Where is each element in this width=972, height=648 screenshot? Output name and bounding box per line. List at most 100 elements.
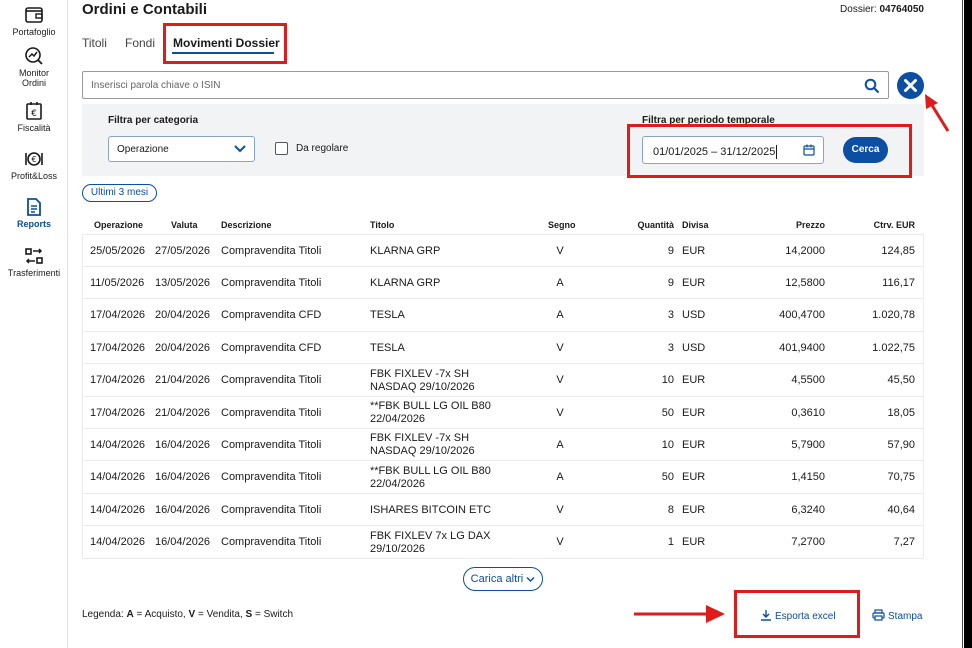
table-row[interactable]: 25/05/2026 27/05/2026 Compravendita Titoli…	[82, 235, 924, 267]
cell-titolo: KLARNA GRP	[370, 235, 520, 267]
highlight-box-export	[734, 590, 860, 638]
load-more-button[interactable]: Carica altri	[463, 567, 543, 591]
cell-prezzo: 7,2700	[791, 536, 825, 549]
sidebar-item-fiscalita[interactable]: € Fiscalità	[0, 101, 68, 133]
cell-divisa: EUR	[682, 244, 706, 257]
sidebar-item-label: Reports	[16, 219, 51, 229]
cell-titolo-text: KLARNA GRP	[370, 277, 440, 290]
cell-segno: V	[556, 374, 564, 387]
legend-switch: = Switch	[254, 609, 294, 620]
cell-valuta: 21/04/2026	[155, 374, 211, 387]
wallet-icon	[25, 7, 43, 23]
cell-quantita: 50	[661, 406, 674, 419]
profit-loss-icon: €	[25, 152, 43, 166]
cell-operazione: 17/04/2026	[90, 406, 146, 419]
close-button[interactable]	[897, 72, 924, 99]
table-row[interactable]: 17/04/2026 20/04/2026 Compravendita CFD TES…	[82, 332, 924, 365]
cell-titolo-text: ISHARES BITCOIN ETC	[370, 504, 491, 517]
col-header-divisa: Divisa	[682, 220, 709, 230]
search-icon[interactable]	[864, 78, 880, 94]
cell-quantita: 10	[661, 374, 674, 387]
search-input[interactable]	[83, 72, 843, 98]
table-row[interactable]: 11/05/2026 13/05/2026 Compravendita Titoli…	[82, 267, 924, 300]
cell-ctrv-eur: 57,90	[887, 438, 915, 451]
monitor-orders-icon	[25, 47, 43, 65]
legend-prefix: Legenda:	[82, 609, 124, 620]
titolo-line-1: FBK FIXLEV -7x SH	[370, 367, 470, 380]
cell-titolo: **FBK BULL LG OIL B80 22/04/2026	[370, 462, 520, 494]
window-edge	[962, 0, 972, 648]
annotation-arrow-export	[634, 605, 725, 623]
cell-operazione: 17/04/2026	[90, 309, 146, 322]
legend-vendita: = Vendita,	[197, 609, 243, 620]
sidebar-item-monitor-ordini[interactable]: Monitor Ordini	[0, 46, 68, 88]
table-row[interactable]: 14/04/2026 16/04/2026 Compravendita Titoli…	[82, 462, 924, 494]
cell-operazione: 14/04/2026	[90, 471, 146, 484]
page-title: Ordini e Contabili	[82, 1, 208, 18]
highlight-box-period	[627, 124, 912, 178]
table-row[interactable]: 14/04/2026 16/04/2026 Compravendita Titoli…	[82, 494, 924, 527]
cell-ctrv-eur: 70,75	[887, 471, 915, 484]
cell-quantita: 1	[667, 536, 674, 549]
titolo-line-1: **FBK BULL LG OIL B80	[370, 464, 491, 477]
cell-ctrv-eur: 18,05	[887, 406, 915, 419]
titolo-line-1: FBK FIXLEV -7x SH	[370, 432, 470, 445]
cell-quantita: 9	[667, 276, 674, 289]
titolo-line-2: 29/10/2026	[370, 542, 426, 555]
legend-acquisto: = Acquisto,	[136, 609, 186, 620]
titolo-line-1: TESLA	[370, 309, 405, 322]
cell-valuta: 20/04/2026	[155, 309, 211, 322]
titolo-line-1: KLARNA GRP	[370, 276, 441, 289]
cell-titolo-text: FBK FIXLEV -7x SH NASDAQ 29/10/2026	[370, 432, 475, 458]
cell-valuta: 16/04/2026	[155, 471, 211, 484]
cell-prezzo: 400,4700	[779, 309, 825, 322]
table-row[interactable]: 17/04/2026 21/04/2026 Compravendita Titoli…	[82, 397, 924, 429]
cell-quantita: 3	[667, 309, 674, 322]
category-select-value: Operazione	[117, 144, 169, 155]
cell-titolo: ISHARES BITCOIN ETC	[370, 494, 520, 526]
cell-ctrv-eur: 116,17	[882, 276, 915, 289]
cell-titolo: FBK FIXLEV -7x SH NASDAQ 29/10/2026	[370, 365, 520, 397]
cell-titolo-text: **FBK BULL LG OIL B80 22/04/2026	[370, 400, 491, 426]
cell-valuta: 16/04/2026	[155, 438, 211, 451]
cell-descrizione: Compravendita Titoli	[221, 438, 322, 451]
sidebar: Portafoglio Monitor Ordini € Fiscalità €…	[0, 0, 68, 648]
titolo-line-1: **FBK BULL LG OIL B80	[370, 400, 491, 412]
legend: Legenda: A = Acquisto, V = Vendita, S = …	[82, 609, 293, 620]
cell-segno: V	[556, 503, 564, 516]
table-row[interactable]: 14/04/2026 16/04/2026 Compravendita Titoli…	[82, 527, 924, 559]
cell-prezzo: 0,3610	[791, 406, 825, 419]
titolo-line-2: NASDAQ 29/10/2026	[370, 445, 475, 458]
last-3-months-chip[interactable]: Ultimi 3 mesi	[82, 184, 157, 202]
titolo-line-2: NASDAQ 29/10/2026	[370, 380, 475, 393]
sidebar-item-trasferimenti[interactable]: Trasferimenti	[0, 246, 68, 278]
sidebar-item-portafoglio[interactable]: Portafoglio	[0, 5, 68, 37]
sidebar-item-reports[interactable]: Reports	[0, 197, 68, 229]
cell-quantita: 8	[667, 503, 674, 516]
cell-ctrv-eur: 7,27	[893, 536, 915, 549]
chevron-down-icon	[234, 145, 246, 153]
table-row[interactable]: 17/04/2026 20/04/2026 Compravendita CFD TES…	[82, 300, 924, 332]
cell-ctrv-eur: 1.022,75	[872, 341, 915, 354]
cell-quantita: 3	[667, 341, 674, 354]
cell-ctrv-eur: 45,50	[887, 374, 915, 387]
category-select[interactable]: Operazione	[108, 136, 255, 162]
table-row[interactable]: 14/04/2026 16/04/2026 Compravendita Titoli…	[82, 429, 924, 462]
tab-titoli[interactable]: Titoli	[82, 36, 107, 50]
cell-operazione: 17/04/2026	[90, 341, 146, 354]
cell-segno: V	[556, 244, 564, 257]
cell-operazione: 14/04/2026	[90, 438, 146, 451]
da-regolare-checkbox[interactable]	[275, 142, 288, 155]
sidebar-item-label: Fiscalità	[17, 123, 51, 133]
print-button[interactable]: Stampa	[872, 609, 922, 622]
cell-valuta: 21/04/2026	[155, 406, 211, 419]
sidebar-item-label: Trasferimenti	[7, 268, 61, 278]
cell-descrizione: Compravendita Titoli	[221, 503, 322, 516]
cell-operazione: 14/04/2026	[90, 503, 146, 516]
cell-segno: A	[556, 309, 564, 322]
col-header-ctrv-eur: Ctrv. EUR	[873, 220, 915, 230]
table-row[interactable]: 17/04/2026 21/04/2026 Compravendita Titoli…	[82, 365, 924, 397]
sidebar-item-profit-loss[interactable]: € Profit&Loss	[0, 149, 68, 181]
cell-descrizione: Compravendita Titoli	[221, 471, 322, 484]
tab-fondi[interactable]: Fondi	[125, 36, 155, 50]
